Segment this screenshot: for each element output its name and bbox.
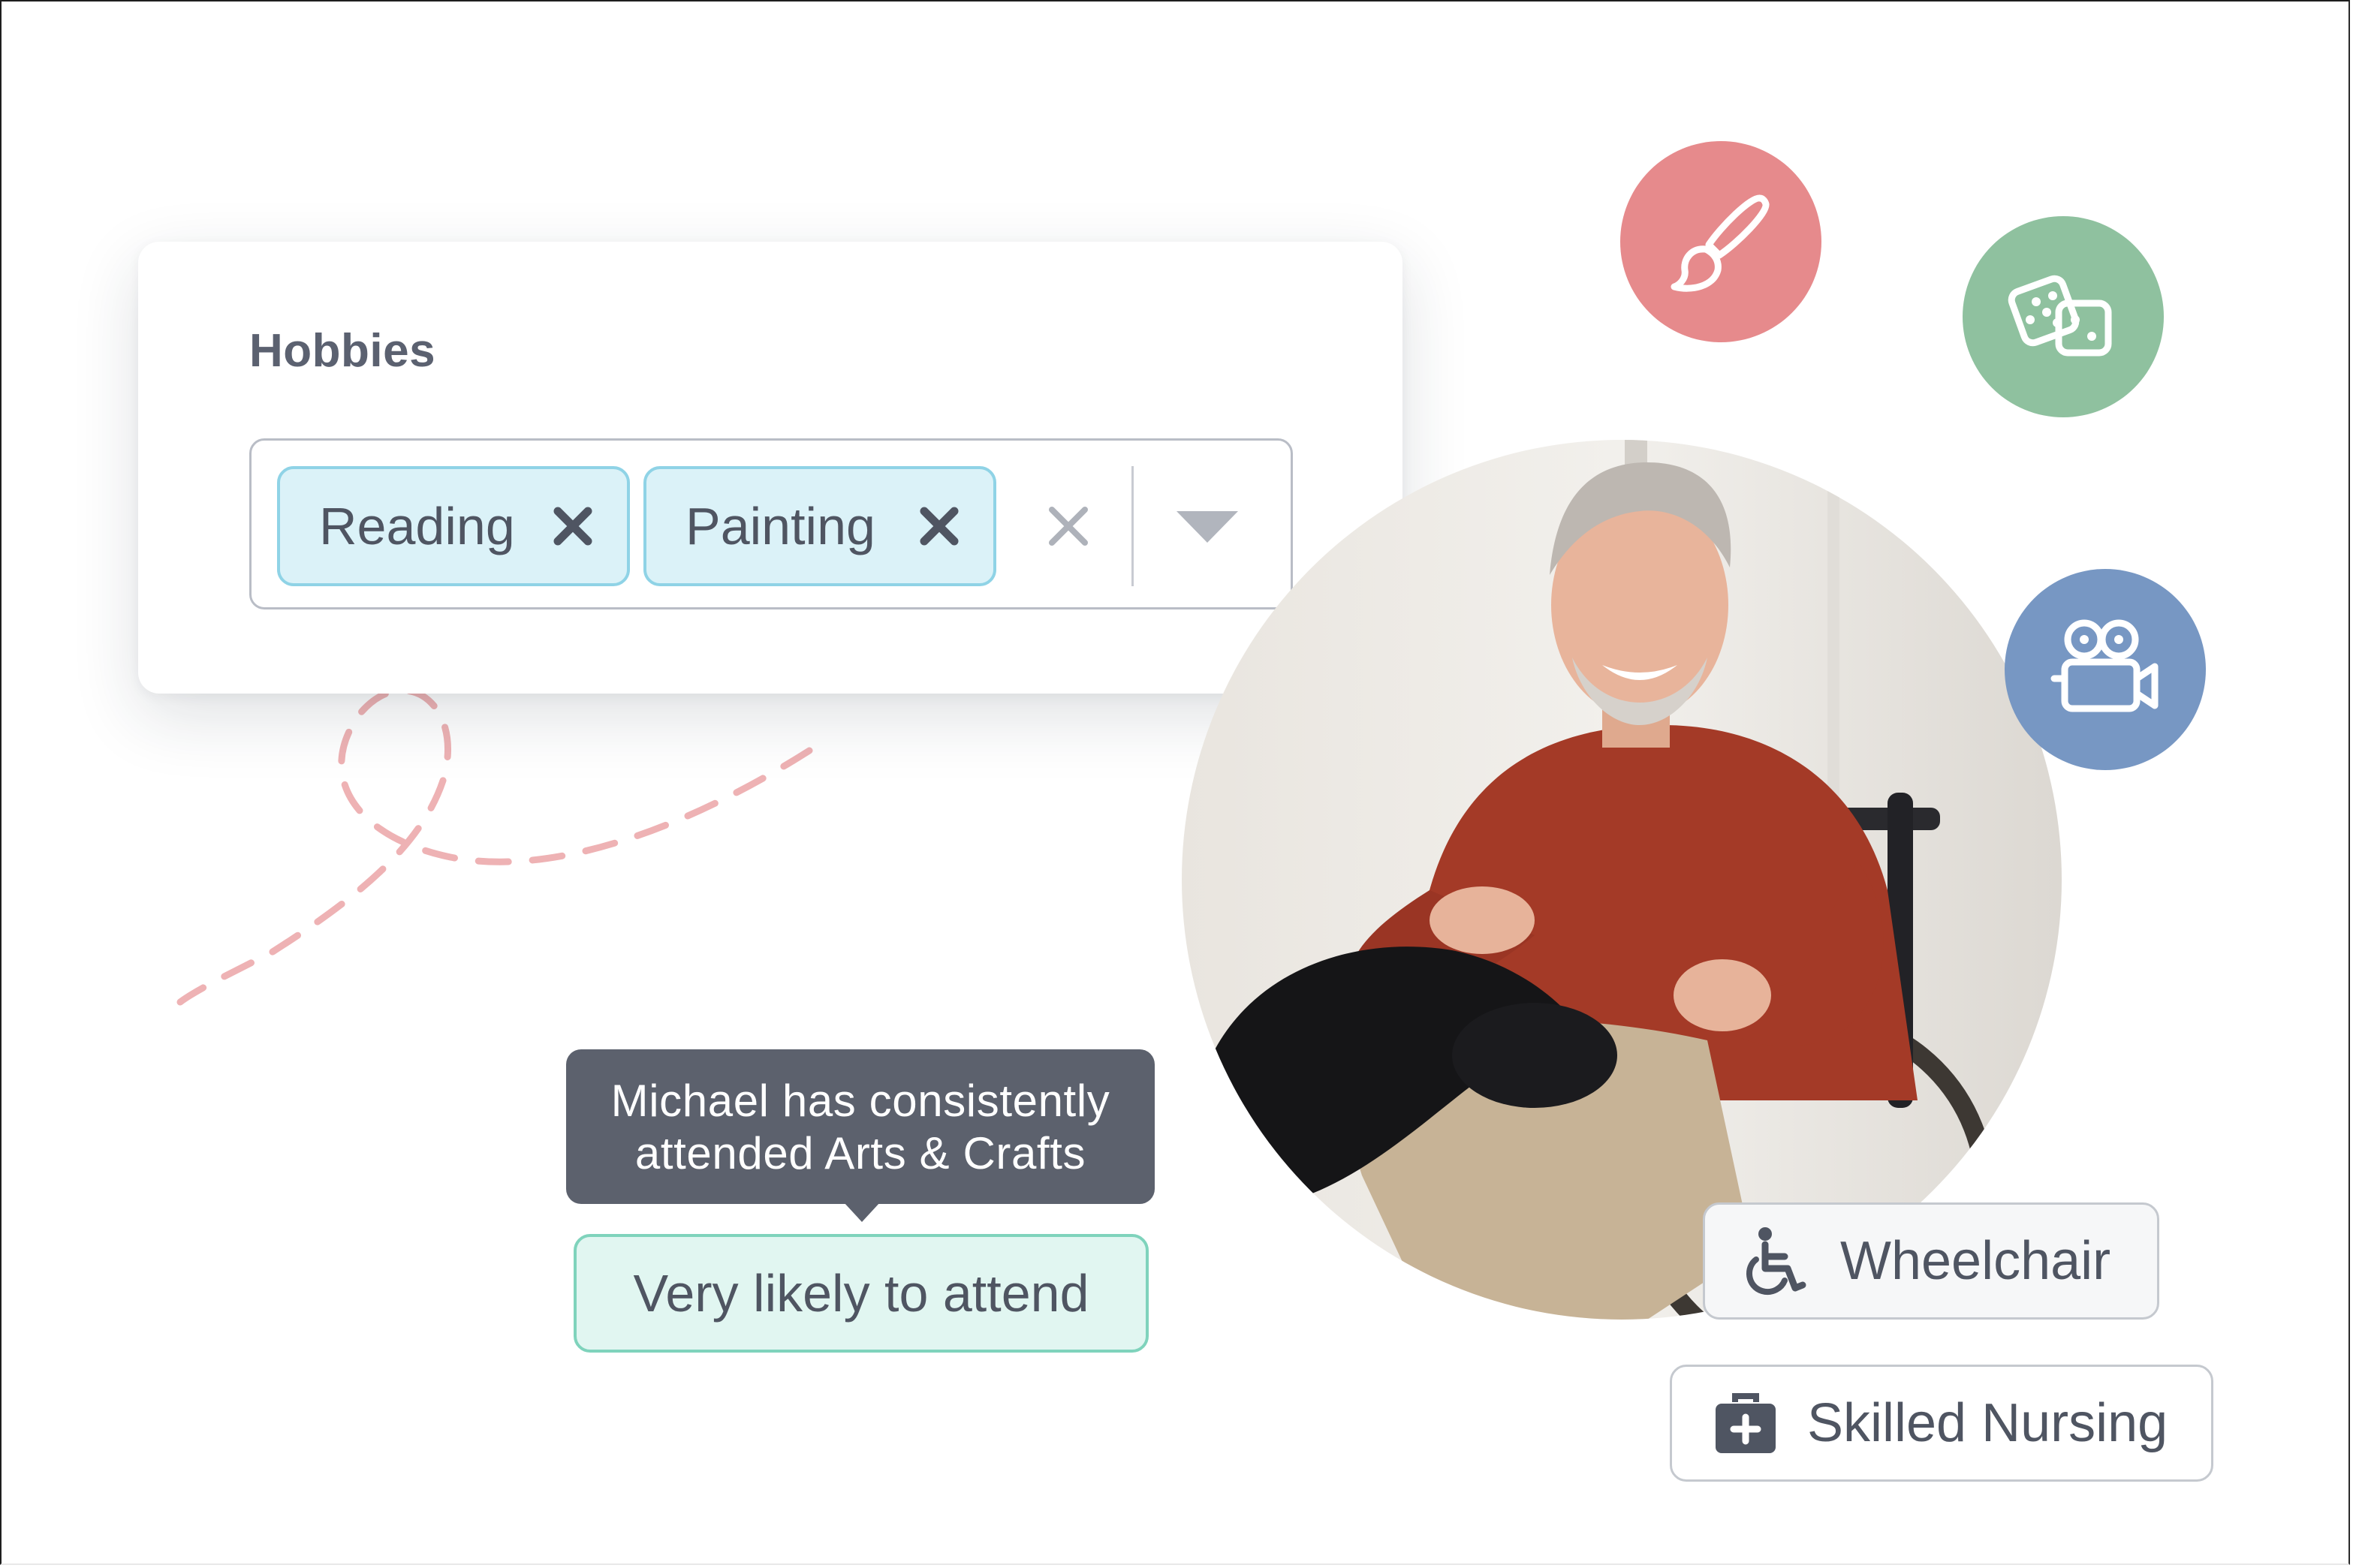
film-camera-icon: [2050, 619, 2159, 712]
resident-photo-illustration: [1182, 440, 2062, 1320]
dice-icon: [2008, 275, 2112, 357]
hobby-chip-painting: Painting: [643, 466, 996, 586]
movies-bubble: [2005, 569, 2206, 770]
resident-photo: [1182, 440, 2062, 1320]
attendance-likelihood-badge[interactable]: Very likely to attend: [574, 1234, 1149, 1353]
attendance-tooltip: Michael has consistently attended Arts &…: [566, 1049, 1155, 1204]
clear-all-icon[interactable]: [1046, 504, 1091, 549]
hobbies-multiselect[interactable]: Reading Painting: [249, 438, 1293, 609]
chevron-down-icon[interactable]: [1173, 505, 1241, 547]
hobby-chip-label: Reading: [319, 497, 515, 555]
paintbrush-icon: [1671, 194, 1770, 292]
remove-chip-icon[interactable]: [552, 505, 594, 547]
hobby-chip-label: Painting: [685, 497, 875, 555]
medical-kit-icon: [1716, 1393, 1776, 1453]
hobbies-card: Hobbies Reading Painting: [138, 242, 1402, 694]
hobby-chip-reading: Reading: [277, 466, 630, 586]
games-bubble: [1963, 216, 2164, 417]
remove-chip-icon[interactable]: [918, 505, 960, 547]
wheelchair-badge: Wheelchair: [1703, 1202, 2159, 1320]
skilled-nursing-badge-label: Skilled Nursing: [1807, 1393, 2168, 1453]
tooltip-line-1: Michael has consistently: [610, 1076, 1110, 1126]
paint-bubble: [1620, 141, 1821, 342]
skilled-nursing-badge: Skilled Nursing: [1670, 1365, 2213, 1482]
wheelchair-badge-label: Wheelchair: [1840, 1231, 2111, 1291]
tooltip-arrow: [844, 1202, 880, 1222]
hobbies-title: Hobbies: [249, 325, 436, 377]
tooltip-line-2: attended Arts & Crafts: [634, 1128, 1086, 1178]
wheelchair-icon: [1746, 1227, 1806, 1295]
select-divider: [1131, 466, 1134, 586]
